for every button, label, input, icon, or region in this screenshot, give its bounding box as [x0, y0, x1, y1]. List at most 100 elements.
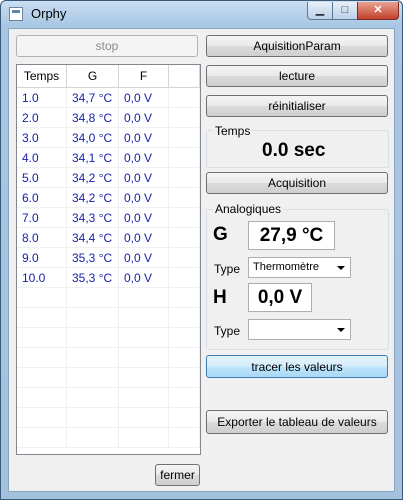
close-button[interactable]: ✕: [357, 2, 399, 20]
minimize-button[interactable]: ▁: [307, 2, 333, 20]
channel-g-value: 27,9 °C: [248, 221, 335, 250]
table-cell: [67, 368, 119, 388]
table-row[interactable]: 6.0 34,2 °C 0,0 V: [17, 188, 200, 208]
table-row[interactable]: [17, 288, 200, 308]
table-cell: [67, 308, 119, 328]
acquisition-button[interactable]: Acquisition: [206, 172, 388, 194]
table-row[interactable]: [17, 428, 200, 448]
table-row[interactable]: [17, 388, 200, 408]
window-title: Orphy: [31, 6, 67, 21]
table-cell: 34,2 °C: [67, 168, 119, 188]
table-cell: 34,4 °C: [67, 228, 119, 248]
table-cell: 34,8 °C: [67, 108, 119, 128]
table-row[interactable]: [17, 408, 200, 428]
table-cell: 0,0 V: [119, 268, 169, 288]
table-cell: [17, 308, 67, 328]
column-header-temps[interactable]: Temps: [17, 65, 67, 87]
table-cell: 0,0 V: [119, 168, 169, 188]
maximize-icon: □: [341, 4, 349, 16]
channel-g-label: G: [213, 224, 228, 245]
minimize-icon: ▁: [315, 4, 325, 16]
table-cell: 1.0: [17, 88, 67, 108]
table-row[interactable]: [17, 308, 200, 328]
table-cell: 4.0: [17, 148, 67, 168]
table-cell: [17, 408, 67, 428]
table-cell: [169, 128, 200, 148]
table-row[interactable]: [17, 368, 200, 388]
table-cell: [169, 268, 200, 288]
table-cell: [67, 348, 119, 368]
table-cell: [17, 288, 67, 308]
table-cell: [67, 428, 119, 448]
table-row[interactable]: [17, 348, 200, 368]
table-cell: [119, 308, 169, 328]
channel-h-value: 0,0 V: [248, 283, 312, 312]
exporter-tableau-button[interactable]: Exporter le tableau de valeurs: [206, 410, 388, 434]
fermer-button[interactable]: fermer: [155, 464, 200, 486]
orphy-window: Orphy ▁ □ ✕ stop Temps G F 1.0 34,7 °C 0,0…: [0, 0, 403, 500]
temps-value: 0.0 sec: [262, 140, 326, 161]
channel-g-type-select[interactable]: Thermomètre: [248, 257, 351, 278]
table-row[interactable]: 9.0 35,3 °C 0,0 V: [17, 248, 200, 268]
table-row[interactable]: 5.0 34,2 °C 0,0 V: [17, 168, 200, 188]
table-cell: [169, 348, 200, 368]
table-cell: [17, 428, 67, 448]
reinitialiser-button[interactable]: réinitialiser: [206, 95, 388, 117]
table-row[interactable]: 2.0 34,8 °C 0,0 V: [17, 108, 200, 128]
table-cell: [17, 348, 67, 368]
channel-h-label: H: [213, 287, 227, 308]
table-header: Temps G F: [17, 65, 200, 88]
client-area: stop Temps G F 1.0 34,7 °C 0,0 V 2.0 34,8 °C…: [8, 28, 395, 492]
tracer-valeurs-button[interactable]: tracer les valeurs: [206, 355, 388, 378]
table-cell: [67, 388, 119, 408]
table-row[interactable]: 3.0 34,0 °C 0,0 V: [17, 128, 200, 148]
table-cell: 34,0 °C: [67, 128, 119, 148]
table-row[interactable]: 7.0 34,3 °C 0,0 V: [17, 208, 200, 228]
table-cell: [169, 108, 200, 128]
table-cell: 34,7 °C: [67, 88, 119, 108]
stop-button[interactable]: stop: [16, 35, 198, 57]
table-cell: 10.0: [17, 268, 67, 288]
table-cell: 3.0: [17, 128, 67, 148]
table-cell: 5.0: [17, 168, 67, 188]
table-cell: 0,0 V: [119, 88, 169, 108]
table-cell: [169, 188, 200, 208]
table-cell: [169, 288, 200, 308]
table-cell: 8.0: [17, 228, 67, 248]
table-cell: 34,2 °C: [67, 188, 119, 208]
table-cell: [169, 88, 200, 108]
lecture-button[interactable]: lecture: [206, 65, 388, 87]
table-cell: 6.0: [17, 188, 67, 208]
column-header-g[interactable]: G: [67, 65, 119, 87]
analogiques-group-label: Analogiques: [213, 202, 284, 216]
table-row[interactable]: 10.0 35,3 °C 0,0 V: [17, 268, 200, 288]
table-cell: [17, 368, 67, 388]
table-cell: 0,0 V: [119, 108, 169, 128]
table-cell: [169, 368, 200, 388]
channel-g-type-label: Type: [214, 262, 241, 276]
table-cell: [169, 248, 200, 268]
title-bar[interactable]: Orphy ▁ □ ✕: [1, 1, 402, 27]
aquisition-param-button[interactable]: AquisitionParam: [206, 35, 388, 57]
column-header-empty[interactable]: [169, 65, 200, 87]
table-row[interactable]: 4.0 34,1 °C 0,0 V: [17, 148, 200, 168]
table-row[interactable]: 8.0 34,4 °C 0,0 V: [17, 228, 200, 248]
table-cell: [17, 328, 67, 348]
table-row[interactable]: 1.0 34,7 °C 0,0 V: [17, 88, 200, 108]
table-row[interactable]: [17, 328, 200, 348]
table-cell: [119, 368, 169, 388]
table-cell: 0,0 V: [119, 228, 169, 248]
table-cell: [119, 328, 169, 348]
table-cell: 0,0 V: [119, 248, 169, 268]
table-cell: 35,3 °C: [67, 268, 119, 288]
column-header-f[interactable]: F: [119, 65, 169, 87]
table-cell: [67, 328, 119, 348]
table-cell: 34,1 °C: [67, 148, 119, 168]
app-icon: [9, 7, 23, 21]
maximize-button[interactable]: □: [332, 2, 358, 20]
channel-h-type-select[interactable]: [248, 319, 351, 340]
table-cell: [169, 408, 200, 428]
table-cell: [169, 168, 200, 188]
values-table[interactable]: Temps G F 1.0 34,7 °C 0,0 V 2.0 34,8 °C 0,0 V…: [16, 64, 201, 455]
table-cell: [169, 328, 200, 348]
